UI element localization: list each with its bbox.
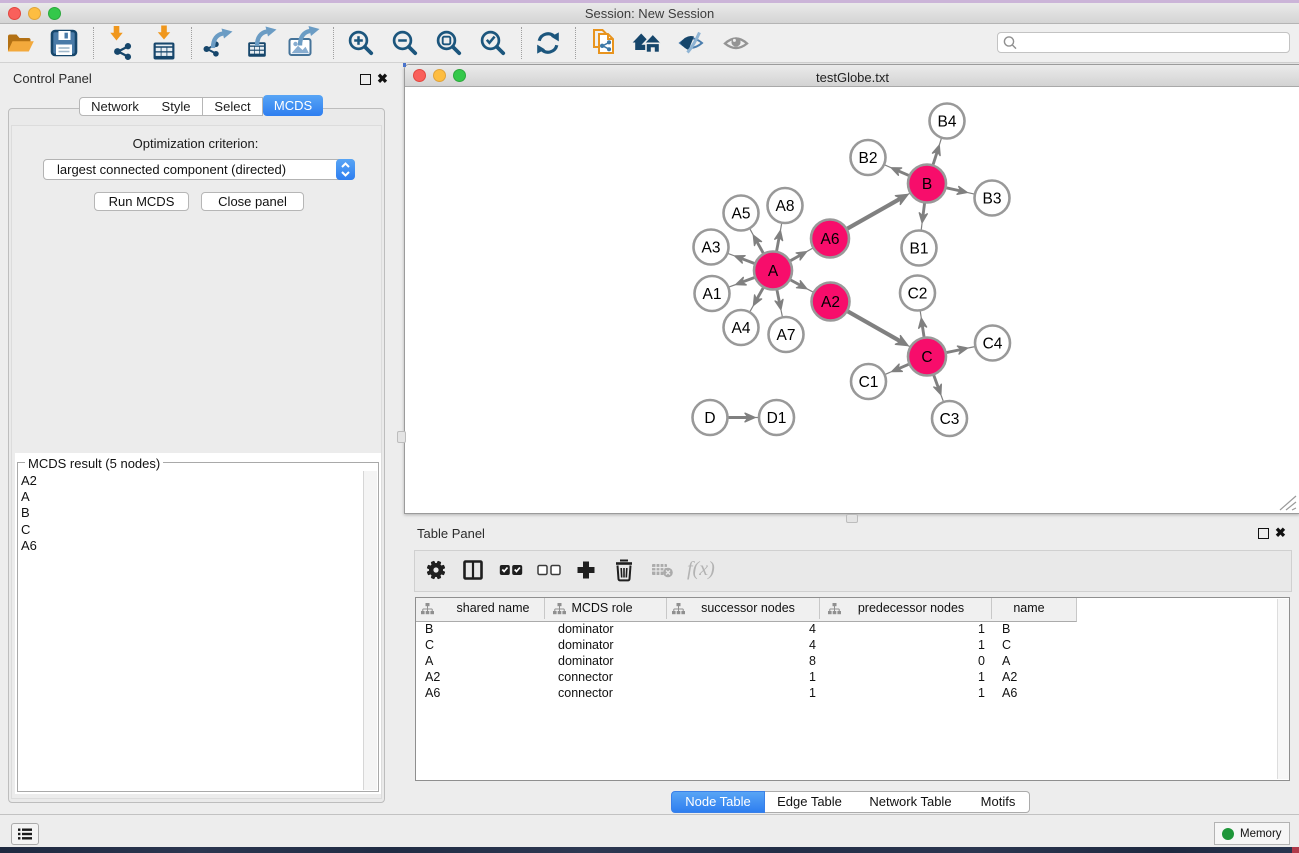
svg-text:A2: A2 [821, 294, 840, 311]
svg-text:D: D [704, 410, 715, 427]
svg-text:B: B [922, 176, 932, 193]
svg-text:A8: A8 [776, 198, 795, 215]
svg-text:C4: C4 [983, 336, 1003, 353]
svg-text:B4: B4 [938, 114, 957, 131]
svg-text:C: C [921, 349, 932, 366]
svg-text:B2: B2 [859, 150, 878, 167]
svg-text:A1: A1 [703, 286, 722, 303]
svg-text:B3: B3 [983, 191, 1002, 208]
svg-text:C2: C2 [908, 286, 928, 303]
svg-text:A3: A3 [702, 240, 721, 257]
svg-text:A7: A7 [777, 327, 796, 344]
svg-text:D1: D1 [767, 410, 787, 427]
svg-text:A6: A6 [821, 231, 840, 248]
svg-text:B1: B1 [910, 241, 929, 258]
svg-text:A: A [768, 263, 779, 280]
svg-text:C1: C1 [859, 374, 879, 391]
svg-text:A5: A5 [732, 206, 751, 223]
svg-text:C3: C3 [940, 411, 960, 428]
svg-text:A4: A4 [732, 320, 751, 337]
